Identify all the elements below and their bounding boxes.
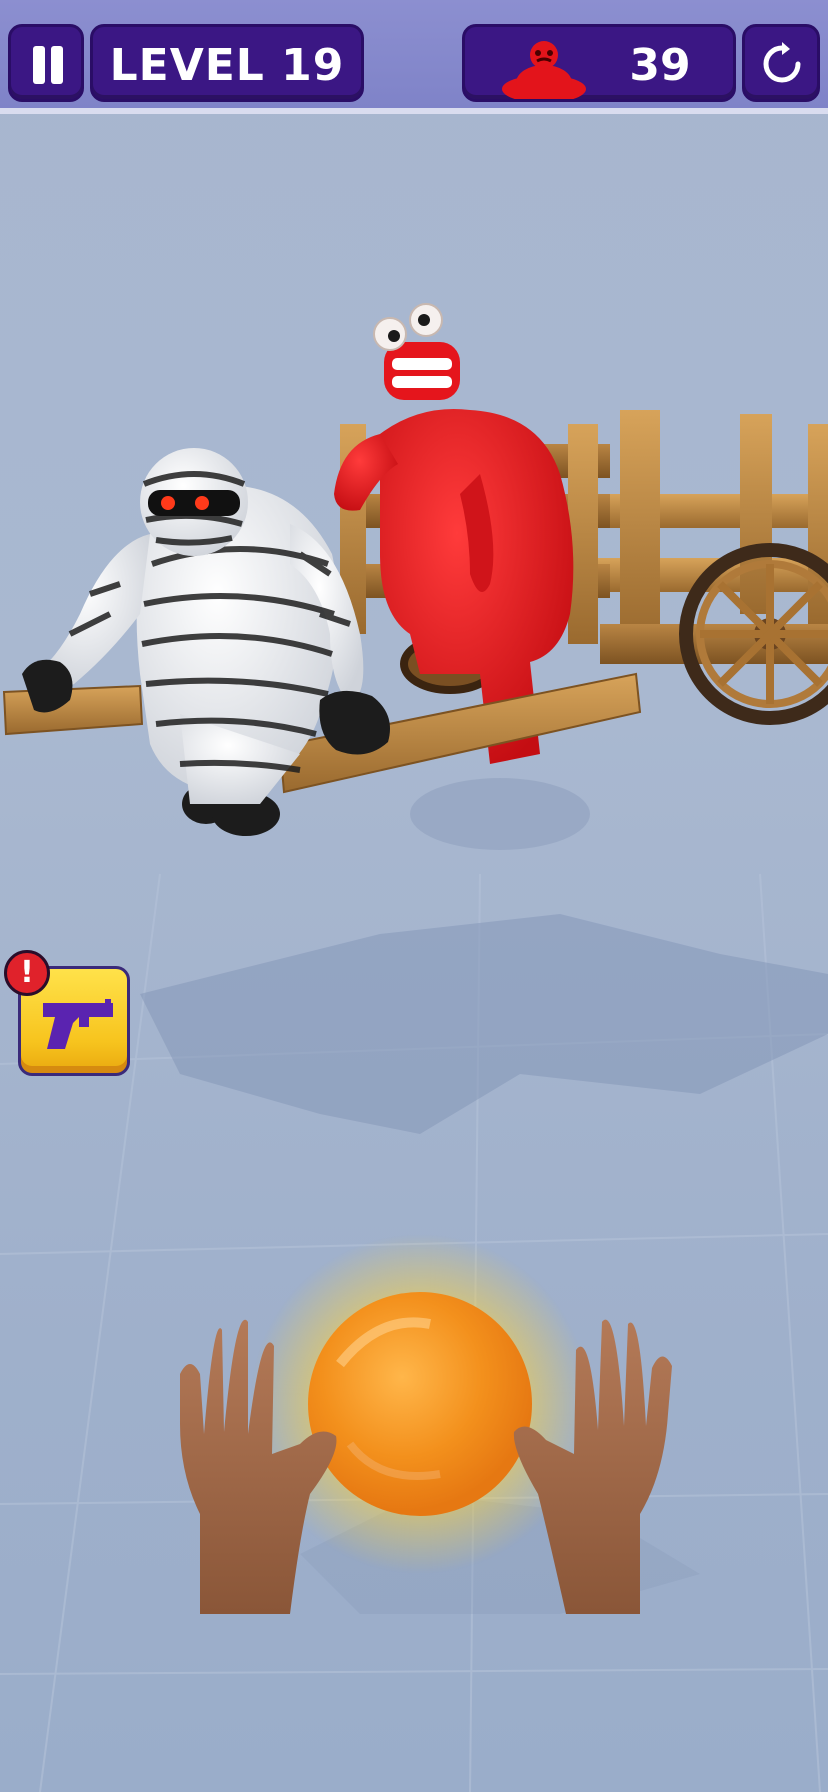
red-monster-head: [373, 303, 460, 400]
pause-button[interactable]: [8, 24, 84, 102]
pause-icon: [33, 46, 45, 84]
game-scene[interactable]: [0, 114, 828, 1792]
red-monster-icon: [502, 41, 586, 99]
restart-button[interactable]: [742, 24, 820, 102]
level-indicator: LEVEL 19: [90, 24, 364, 102]
enemy-counter: 39: [462, 24, 736, 102]
restart-icon: [763, 42, 801, 83]
mummy-head: [140, 448, 248, 556]
enemy-count: 39: [629, 40, 691, 91]
alert-badge: !: [4, 950, 50, 996]
pistol-icon: [43, 999, 113, 1049]
top-hud-bar: LEVEL 19 39: [0, 0, 828, 114]
level-label: LEVEL 19: [109, 40, 345, 91]
